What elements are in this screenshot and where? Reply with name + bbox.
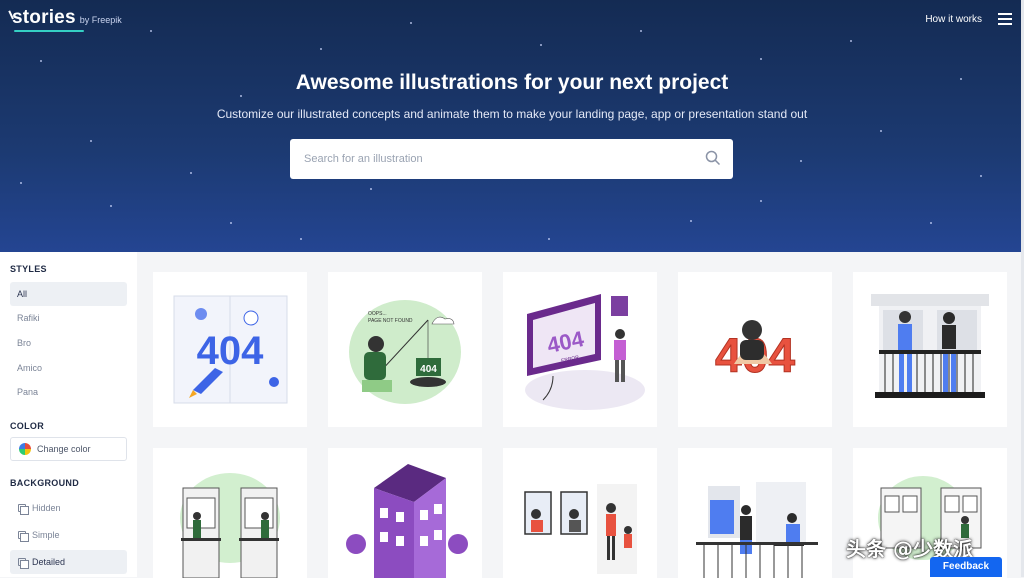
change-color-button[interactable]: Change color	[10, 437, 127, 461]
purple-building-illustration	[346, 464, 468, 578]
style-all[interactable]: All	[10, 282, 127, 306]
style-bro[interactable]: Bro	[10, 331, 127, 355]
balcony-neighbors-illustration	[180, 473, 280, 578]
hero-subtitle: Customize our illustrated concepts and a…	[216, 107, 808, 121]
illustration-card[interactable]: OOPS... PAGE NOT FOUND 404	[328, 272, 482, 427]
svg-text:PAGE NOT FOUND: PAGE NOT FOUND	[368, 318, 413, 324]
change-color-label: Change color	[37, 444, 91, 454]
hamburger-menu-icon[interactable]	[998, 13, 1012, 25]
style-pana[interactable]: Pana	[10, 380, 127, 404]
background-simple-label: Simple	[32, 530, 60, 540]
background-hidden[interactable]: Hidden	[10, 496, 127, 520]
illustration-card[interactable]	[328, 448, 482, 578]
illustration-card[interactable]: 404 ERROR	[503, 272, 657, 427]
hero-title: Awesome illustrations for your next proj…	[295, 71, 729, 94]
404-astronaut-illustration: 404	[173, 295, 288, 404]
background-simple[interactable]: Simple	[10, 523, 127, 547]
illustration-card[interactable]	[153, 448, 307, 578]
svg-text:404: 404	[197, 329, 264, 373]
search-input[interactable]	[290, 139, 690, 179]
background-hidden-label: Hidden	[32, 503, 61, 513]
background-title: BACKGROUND	[10, 478, 79, 488]
layers-icon	[18, 531, 29, 542]
search-box	[290, 139, 733, 179]
workspace-illustration	[696, 482, 818, 578]
illustration-card[interactable]: 404	[153, 272, 307, 427]
404-error-monitor-illustration: 404 ERROR	[525, 294, 645, 410]
how-it-works-link[interactable]: How it works	[925, 14, 982, 25]
balcony-people-illustration	[871, 294, 989, 398]
404-woman-illustration: 404	[714, 320, 796, 384]
logo-by: by Freepik	[79, 15, 122, 25]
search-icon[interactable]	[705, 150, 721, 166]
svg-text:OOPS...: OOPS...	[368, 311, 387, 317]
background-detailed[interactable]: Detailed	[10, 550, 127, 574]
logo-text: stories	[12, 7, 76, 28]
404-fishing-illustration: OOPS... PAGE NOT FOUND 404	[349, 300, 461, 404]
styles-title: STYLES	[10, 264, 47, 274]
layers-icon	[18, 504, 29, 515]
style-rafiki[interactable]: Rafiki	[10, 306, 127, 330]
background-detailed-label: Detailed	[32, 557, 66, 567]
logo[interactable]: stories by Freepik	[8, 7, 122, 32]
window-family-illustration	[524, 484, 637, 574]
illustration-card[interactable]	[503, 448, 657, 578]
feedback-button[interactable]: Feedback	[930, 557, 1002, 577]
color-wheel-icon	[19, 443, 31, 455]
color-title: COLOR	[10, 421, 44, 431]
illustration-card[interactable]	[678, 448, 832, 578]
style-amico[interactable]: Amico	[10, 356, 127, 380]
illustration-card[interactable]	[853, 272, 1007, 427]
hero-banner: stories by Freepik How it works Awesome i…	[0, 0, 1024, 252]
logo-underline	[14, 30, 84, 32]
illustration-card[interactable]: 404	[678, 272, 832, 427]
layers-icon	[18, 558, 29, 569]
svg-text:404: 404	[420, 364, 437, 375]
